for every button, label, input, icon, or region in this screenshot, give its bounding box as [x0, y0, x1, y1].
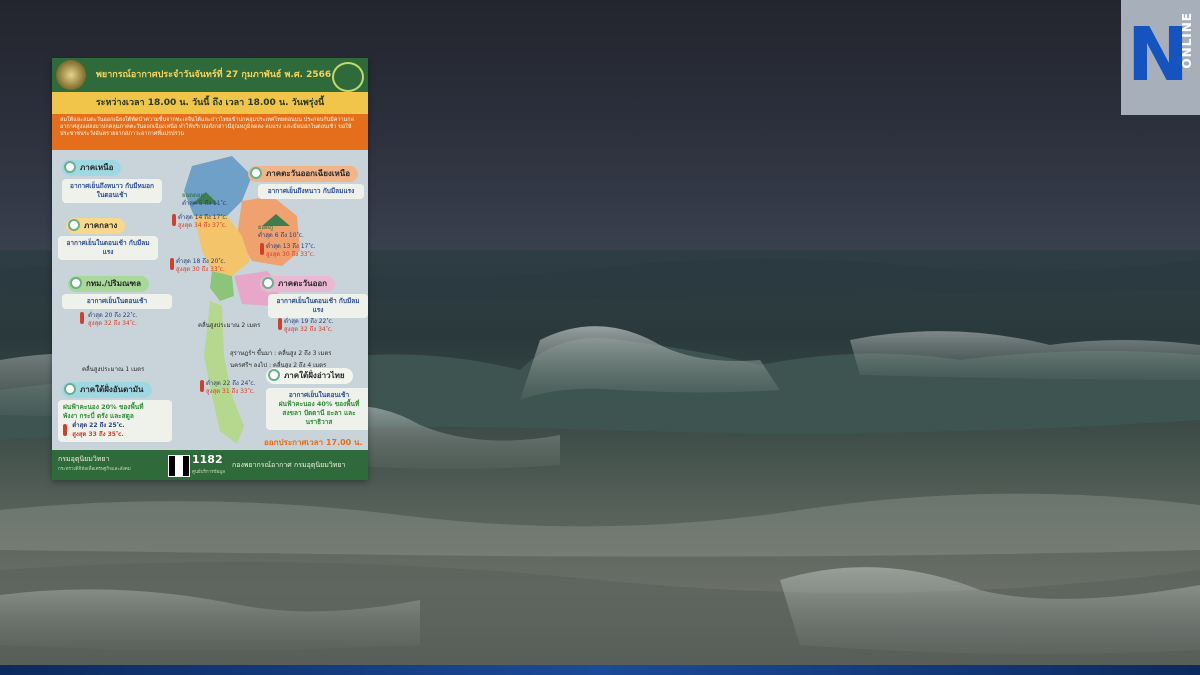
temp-gulf-south: ต่ำสุด 22 ถึง 24 ํc. สูงสุด 31 ถึง 33 ํc… — [206, 380, 256, 395]
poster-header: พยากรณ์อากาศประจำวันจันทร์ที่ 27 กุมภาพั… — [52, 58, 368, 92]
logo-text: ONLINE — [1180, 12, 1194, 69]
region-label-andaman: ภาคใต้ฝั่งอันดามัน — [62, 382, 152, 398]
location-pin-icon — [268, 369, 280, 381]
location-pin-icon — [70, 277, 82, 289]
wave-upper-gulf: คลื่นสูงประมาณ 2 เมตร — [198, 322, 261, 329]
region-desc-gulf-south: อากาศเย็นในตอนเช้า ฝนฟ้าคะนอง 40% ของพื้… — [266, 388, 368, 430]
qr-code-icon — [168, 455, 190, 477]
region-desc-central: อากาศเย็นในตอนเช้า กับมีลมแรง — [58, 236, 158, 260]
hotline-number: 1182 — [192, 453, 223, 466]
hotline-label: ศูนย์บริการข้อมูล — [192, 470, 226, 475]
thermometer-icon — [172, 214, 176, 226]
temp-northeast: ต่ำสุด 13 ถึง 17 ํc. สูงสุด 30 ถึง 33 ํc… — [266, 243, 316, 258]
thermometer-icon — [278, 318, 282, 330]
forecast-division: กองพยากรณ์อากาศ กรมอุตุนิยมวิทยา — [232, 461, 346, 469]
region-desc-northeast: อากาศเย็นถึงหนาว กับมีลมแรง — [258, 184, 364, 199]
wave-andaman: คลื่นสูงประมาณ 1 เมตร — [82, 366, 145, 373]
poster-footer: กรมอุตุนิยมวิทยา กระทรวงดิจิทัลเพื่อเศรษ… — [52, 450, 368, 480]
temp-north: ต่ำสุด 14 ถึง 17 ํc. สูงสุด 34 ถึง 37 ํc… — [178, 214, 228, 229]
region-label-east: ภาคตะวันออก — [260, 276, 336, 292]
wave-south-gulf: สุราษฎร์ฯ ขึ้นมา : คลื่นสูง 2 ถึง 3 เมตร — [230, 350, 332, 357]
poster-subtitle: ระหว่างเวลา 18.00 น. วันนี้ ถึง เวลา 18.… — [52, 92, 368, 114]
region-label-central: ภาคกลาง — [66, 218, 126, 234]
peak-temp-north: ยอดดอย ต่ำสุด 5 ถึง 11 ํc. — [182, 192, 228, 207]
thermometer-icon — [80, 312, 84, 324]
poster-title: พยากรณ์อากาศประจำวันจันทร์ที่ 27 กุมภาพั… — [96, 70, 332, 80]
thermometer-icon — [200, 380, 204, 392]
thermometer-icon — [63, 424, 67, 436]
thermometer-icon — [260, 243, 264, 255]
poster-note: ลมใต้และลมตะวันออกเฉียงใต้พัดนำความชื้นจ… — [52, 114, 368, 150]
ministry-name: กระทรวงดิจิทัลเพื่อเศรษฐกิจและสังคม — [58, 467, 131, 472]
department-seal-icon — [56, 60, 86, 90]
issued-time: ออกประกาศเวลา 17.00 น. — [264, 438, 363, 447]
department-name: กรมอุตุนิยมวิทยา — [58, 455, 110, 463]
location-pin-icon — [64, 383, 76, 395]
channel-logo: N ONLINE — [1121, 0, 1200, 115]
region-label-north: ภาคเหนือ — [62, 160, 122, 176]
thermometer-icon — [170, 258, 174, 270]
region-label-gulf-south: ภาคใต้ฝั่งอ่าวไทย — [266, 368, 353, 384]
location-pin-icon — [262, 277, 274, 289]
temp-east: ต่ำสุด 19 ถึง 22 ํc. สูงสุด 32 ถึง 34 ํc… — [284, 318, 334, 333]
region-desc-andaman: ฝนฟ้าคะนอง 20% ของพื้นที่ พังงา กระบี่ ต… — [58, 400, 172, 442]
location-pin-icon — [250, 167, 262, 179]
location-pin-icon — [68, 219, 80, 231]
weather-forecast-infographic: พยากรณ์อากาศประจำวันจันทร์ที่ 27 กุมภาพั… — [52, 58, 368, 480]
region-desc-bangkok: อากาศเย็นในตอนเช้า — [62, 294, 172, 309]
peak-temp-northeast: ยอดภู ต่ำสุด 6 ถึง 10 ํc. — [258, 224, 304, 239]
bottom-accent-bar — [0, 665, 1200, 675]
region-desc-north: อากาศเย็นถึงหนาว กับมีหมอกในตอนเช้า — [62, 179, 162, 203]
region-label-bangkok: กทม./ปริมณฑล — [68, 276, 149, 292]
temp-central: ต่ำสุด 18 ถึง 20 ํc. สูงสุด 30 ถึง 33 ํc… — [176, 258, 226, 273]
temp-bangkok: ต่ำสุด 20 ถึง 22 ํc. สูงสุด 32 ถึง 34 ํc… — [88, 312, 138, 327]
location-pin-icon — [64, 161, 76, 173]
region-desc-east: อากาศเย็นในตอนเช้า กับมีลมแรง — [268, 294, 368, 318]
region-label-northeast: ภาคตะวันออกเฉียงเหนือ — [248, 166, 359, 182]
brand-emblem-icon — [332, 62, 364, 92]
